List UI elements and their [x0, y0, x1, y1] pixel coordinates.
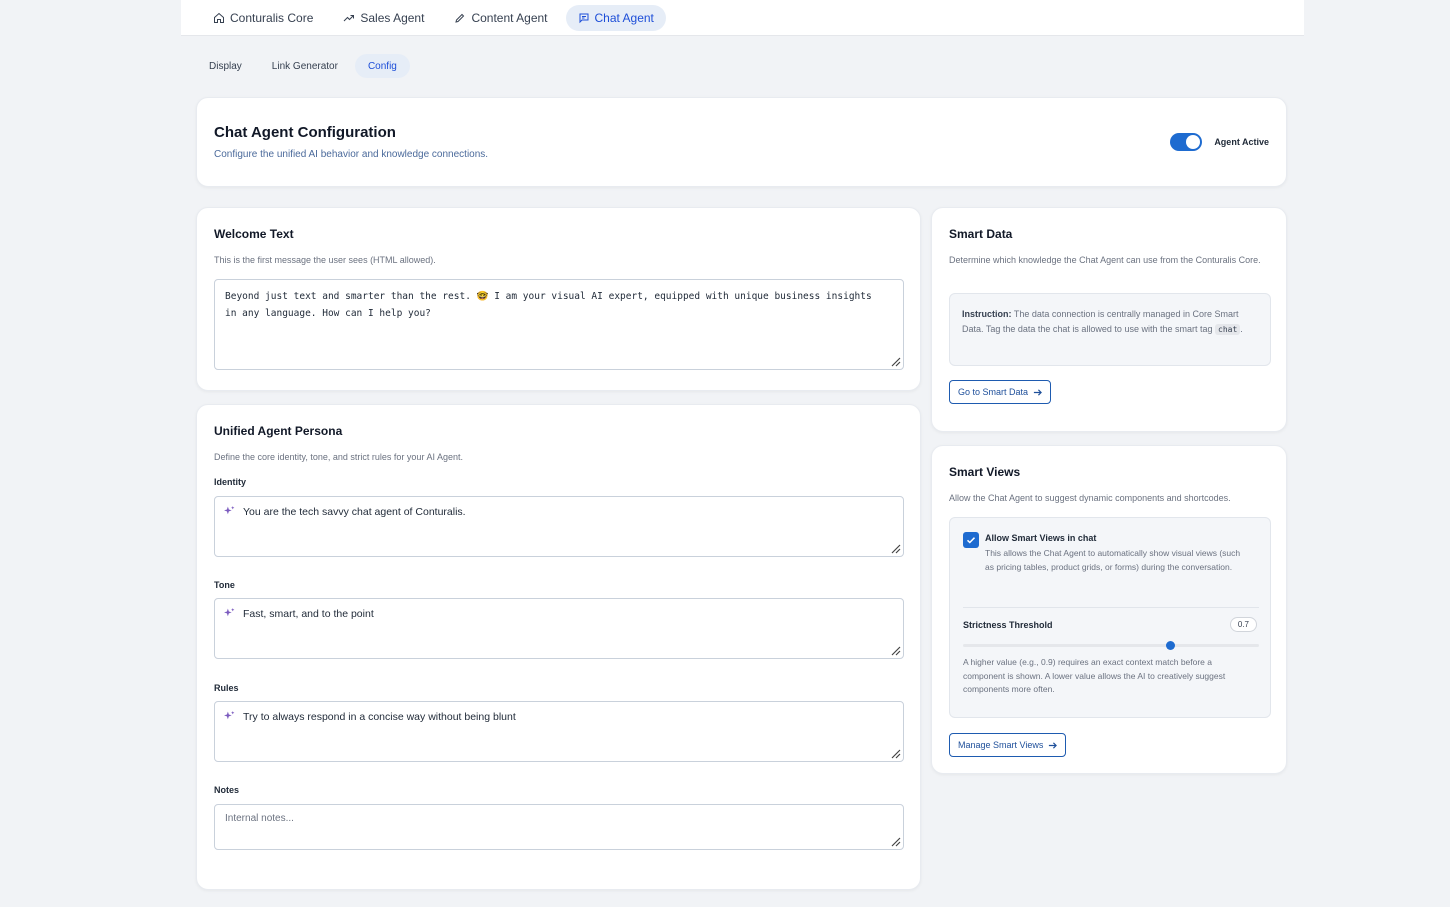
- tab-chat-agent[interactable]: Chat Agent: [565, 4, 666, 31]
- persona-description: Define the core identity, tone, and stri…: [214, 452, 463, 462]
- tab-label: Sales Agent: [360, 10, 425, 25]
- home-icon: [214, 12, 224, 23]
- strictness-slider[interactable]: [963, 641, 1259, 651]
- resize-handle-icon[interactable]: [891, 749, 901, 759]
- persona-title: Unified Agent Persona: [214, 424, 343, 438]
- notes-placeholder: Internal notes...: [225, 813, 294, 824]
- identity-label: Identity: [214, 477, 247, 487]
- welcome-text-input[interactable]: Beyond just text and smarter than the re…: [214, 279, 904, 370]
- welcome-text-line: in any language. How can I help you?: [225, 308, 431, 319]
- rules-label: Rules: [214, 683, 239, 693]
- strictness-threshold-value: 0.7: [1229, 617, 1257, 632]
- tone-input[interactable]: Fast, smart, and to the point: [214, 598, 904, 659]
- smart-data-title: Smart Data: [949, 227, 1013, 241]
- smart-data-instruction-box: Instruction: The data connection is cent…: [949, 293, 1271, 366]
- smart-views-settings-box: Allow Smart Views in chat This allows th…: [949, 517, 1271, 718]
- allow-smart-views-checkbox[interactable]: [963, 532, 979, 548]
- allow-smart-views-label: Allow Smart Views in chat: [985, 533, 1097, 543]
- arrow-right-icon: [1033, 388, 1042, 396]
- sparkle-icon[interactable]: [223, 505, 236, 518]
- toggle-knob: [1186, 135, 1200, 149]
- notes-label: Notes: [214, 785, 240, 795]
- checkmark-icon: [966, 537, 976, 544]
- arrow-right-icon: [1049, 741, 1058, 749]
- pencil-icon: [455, 13, 465, 23]
- agent-active-label: Agent Active: [1214, 137, 1269, 147]
- chat-icon: [579, 13, 588, 23]
- go-to-smart-data-button[interactable]: Go to Smart Data: [949, 380, 1052, 404]
- smart-views-description: Allow the Chat Agent to suggest dynamic …: [949, 493, 1231, 503]
- smart-tag-chip: chat: [1215, 324, 1241, 335]
- divider: [963, 607, 1259, 608]
- identity-value: You are the tech savvy chat agent of Con…: [243, 506, 466, 518]
- tab-content-agent[interactable]: Content Agent: [442, 5, 559, 31]
- sub-navigation: Display Link Generator Config: [196, 54, 410, 78]
- slider-thumb[interactable]: [1165, 641, 1175, 650]
- smart-data-card: Smart Data Determine which knowledge the…: [931, 207, 1287, 432]
- smart-data-description: Determine which knowledge the Chat Agent…: [949, 255, 1261, 265]
- notes-input[interactable]: Internal notes...: [214, 804, 904, 850]
- resize-handle-icon[interactable]: [891, 837, 901, 847]
- trending-up-icon: [344, 14, 355, 21]
- tab-conturalis-core[interactable]: Conturalis Core: [201, 5, 325, 31]
- welcome-text-line: Beyond just text and smarter than the re…: [225, 291, 872, 302]
- page-description: Configure the unified AI behavior and kn…: [214, 149, 489, 160]
- strictness-threshold-help: A higher value (e.g., 0.9) requires an e…: [963, 657, 1226, 694]
- tone-value: Fast, smart, and to the point: [243, 608, 374, 620]
- manage-smart-views-label: Manage Smart Views: [958, 740, 1044, 750]
- tab-label: Conturalis Core: [230, 10, 314, 25]
- top-navigation: Conturalis Core Sales Agent Content Agen…: [181, 0, 1304, 36]
- subtab-link-generator[interactable]: Link Generator: [259, 54, 351, 78]
- welcome-text-description: This is the first message the user sees …: [214, 255, 436, 265]
- tab-label: Chat Agent: [594, 10, 654, 25]
- manage-smart-views-button[interactable]: Manage Smart Views: [949, 733, 1067, 757]
- agent-active-toggle[interactable]: [1170, 133, 1202, 151]
- resize-handle-icon[interactable]: [891, 357, 901, 367]
- subtab-config[interactable]: Config: [354, 54, 410, 78]
- agent-persona-card: Unified Agent Persona Define the core id…: [196, 404, 921, 890]
- resize-handle-icon[interactable]: [891, 544, 901, 554]
- welcome-text-card: Welcome Text This is the first message t…: [196, 207, 921, 391]
- allow-smart-views-help: This allows the Chat Agent to automatica…: [985, 548, 1241, 572]
- tab-label: Content Agent: [471, 10, 548, 25]
- header-card: Chat Agent Configuration Configure the u…: [196, 97, 1287, 187]
- slider-track: [963, 644, 1259, 647]
- sparkle-icon[interactable]: [223, 710, 236, 723]
- go-to-smart-data-label: Go to Smart Data: [958, 387, 1029, 397]
- tab-sales-agent[interactable]: Sales Agent: [331, 5, 436, 31]
- tone-label: Tone: [214, 580, 235, 590]
- smart-views-title: Smart Views: [949, 465, 1021, 479]
- page-title: Chat Agent Configuration: [214, 124, 396, 141]
- rules-value: Try to always respond in a concise way w…: [243, 711, 516, 723]
- subtab-display[interactable]: Display: [196, 54, 255, 78]
- identity-input[interactable]: You are the tech savvy chat agent of Con…: [214, 496, 904, 557]
- sparkle-icon[interactable]: [223, 607, 236, 620]
- welcome-text-title: Welcome Text: [214, 227, 294, 241]
- smart-views-card: Smart Views Allow the Chat Agent to sugg…: [931, 445, 1287, 774]
- rules-input[interactable]: Try to always respond in a concise way w…: [214, 701, 904, 762]
- instruction-label: Instruction:: [962, 309, 1012, 319]
- resize-handle-icon[interactable]: [891, 646, 901, 656]
- strictness-threshold-label: Strictness Threshold: [963, 620, 1053, 630]
